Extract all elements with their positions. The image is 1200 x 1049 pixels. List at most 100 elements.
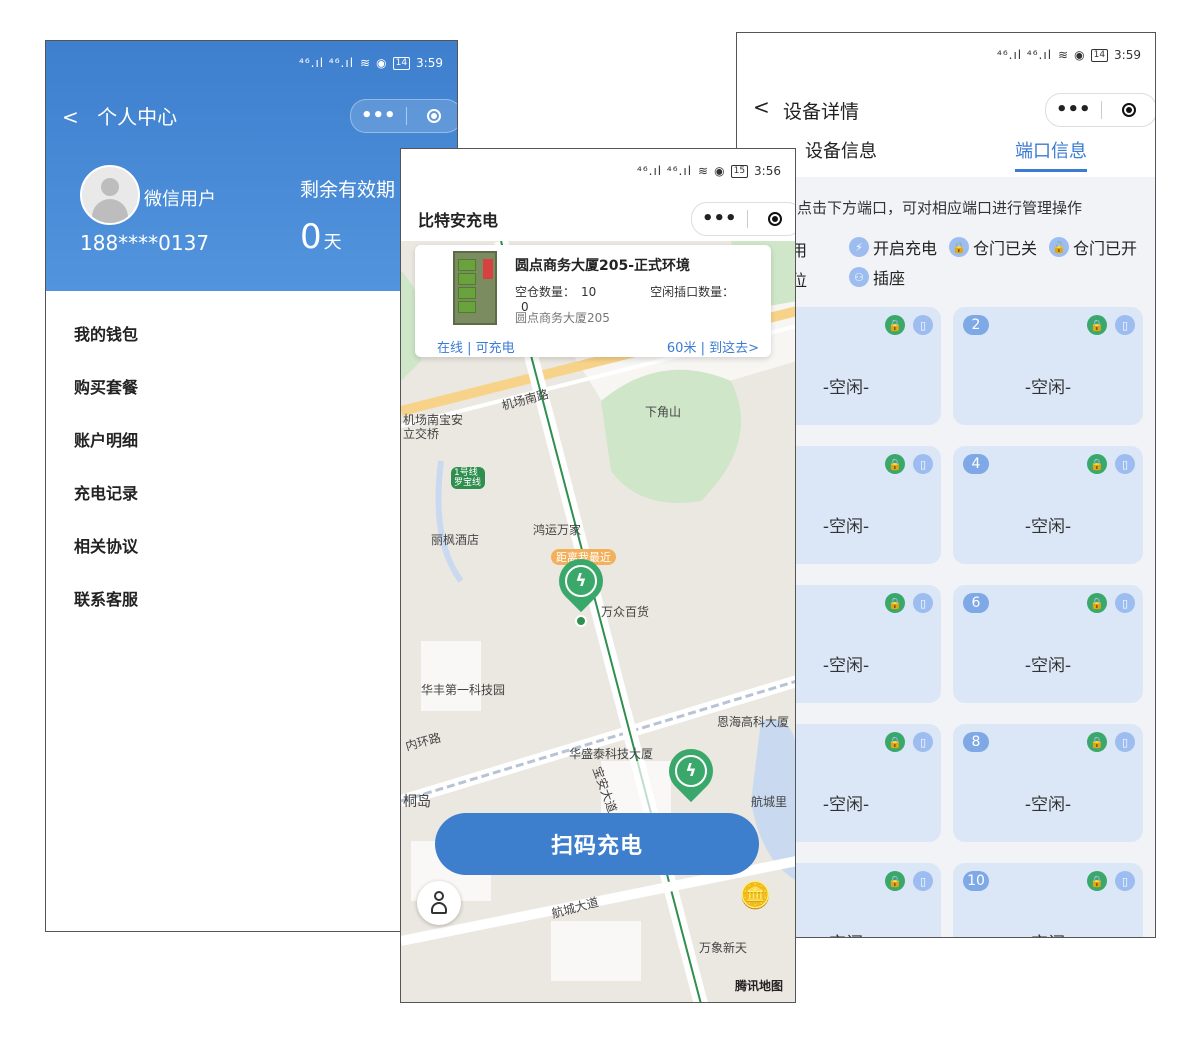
legend-label: 开启充电	[873, 239, 938, 258]
lock-icon: 🔒	[1087, 315, 1107, 335]
legend-label: 仓门已开	[1073, 239, 1138, 258]
clock-time: 3:59	[416, 56, 443, 70]
eye-icon: ◉	[1074, 48, 1085, 62]
empty-bins-stat: 空仓数量： 10	[515, 285, 597, 299]
port-number: 2	[963, 315, 989, 335]
gold-ingot-icon: 🪙	[739, 881, 772, 911]
miniapp-capsule: •••	[1045, 93, 1156, 127]
socket-icon: ▯	[913, 871, 933, 891]
port-number: 4	[963, 454, 989, 474]
navigate-link[interactable]: 60米 | 到这去>	[667, 337, 759, 356]
back-icon[interactable]: <	[62, 105, 79, 129]
avatar[interactable]	[80, 165, 140, 225]
map-label-place: 下角山	[645, 405, 682, 419]
tab-device-info[interactable]: 设备信息	[805, 137, 877, 163]
signal-icon: ⁴⁶.ıl ⁴⁶.ıl	[997, 48, 1053, 62]
map-label-place: 华丰第一科技园	[421, 683, 506, 697]
socket-icon: ▯	[1115, 871, 1135, 891]
charging-map-screen: ⁴⁶.ıl ⁴⁶.ıl ≋ ◉ 15 3:56 比特安充电 ••• 机场南路 下…	[400, 148, 796, 1003]
validity-value: 0天	[300, 217, 342, 257]
metro-line-badge: 1号线罗宝线	[451, 467, 485, 489]
lock-icon: 🔒	[1087, 732, 1107, 752]
close-miniapp-icon[interactable]	[407, 109, 458, 123]
menu-item-charge-records[interactable]: 充电记录	[74, 480, 138, 533]
station-name: 圆点商务大厦205-正式环境	[515, 258, 691, 274]
port-card[interactable]: 4 🔒 ▯ -空闲-	[953, 446, 1143, 564]
lock-icon: 🔒	[1087, 593, 1107, 613]
user-name: 微信用户	[144, 189, 216, 210]
port-card[interactable]: 2 🔒 ▯ -空闲-	[953, 307, 1143, 425]
signal-icon: ⁴⁶.ıl ⁴⁶.ıl	[299, 56, 355, 70]
port-state: -空闲-	[1024, 656, 1072, 676]
port-card[interactable]: 10 🔒 ▯ -空闲-	[953, 863, 1143, 937]
clock-time: 3:56	[754, 164, 781, 178]
back-icon[interactable]: <	[753, 95, 770, 119]
port-number: 10	[963, 871, 989, 891]
lock-icon: 🔒	[885, 593, 905, 613]
station-status: 在线 | 可充电	[437, 341, 515, 356]
wifi-icon: ≋	[360, 56, 371, 70]
more-icon[interactable]: •••	[1046, 95, 1101, 125]
port-state: -空闲-	[1024, 378, 1072, 398]
battery-icon: 14	[1090, 48, 1109, 62]
menu-item-customer-service[interactable]: 联系客服	[74, 586, 138, 639]
tab-bar: 设备信息 端口信息	[737, 125, 1155, 177]
location-icon: ◉	[714, 164, 725, 178]
miniapp-capsule: •••	[691, 202, 796, 236]
personal-center-button[interactable]	[417, 881, 461, 925]
socket-icon: ▯	[1115, 315, 1135, 335]
validity-label: 剩余有效期	[300, 179, 396, 201]
close-miniapp-icon[interactable]	[748, 212, 796, 226]
menu-item-buy-package[interactable]: 购买套餐	[74, 374, 138, 427]
lock-icon: 🔒	[1087, 454, 1107, 474]
battery-icon: 14	[392, 56, 411, 70]
map-label-place: 万象新天	[699, 941, 748, 955]
socket-icon: ▯	[913, 732, 933, 752]
map-label-place: 恩海高科大厦	[717, 715, 790, 729]
eye-icon: ◉	[376, 56, 387, 70]
status-bar: ⁴⁶.ıl ⁴⁶.ıl ≋ ◉ 14 3:59	[737, 33, 1155, 77]
socket-icon: ▯	[1115, 732, 1135, 752]
lock-icon: 🔒	[885, 315, 905, 335]
miniapp-capsule: •••	[350, 99, 458, 133]
more-icon[interactable]: •••	[692, 204, 747, 234]
port-card[interactable]: 8 🔒 ▯ -空闲-	[953, 724, 1143, 842]
menu-item-wallet[interactable]: 我的钱包	[74, 321, 138, 374]
more-icon[interactable]: •••	[351, 101, 406, 131]
menu-list: 我的钱包 购买套餐 账户明细 充电记录 相关协议 联系客服	[74, 321, 138, 639]
status-bar: ⁴⁶.ıl ⁴⁶.ıl ≋ ◉ 14 3:59	[46, 41, 457, 85]
personal-center-screen: ⁴⁶.ıl ⁴⁶.ıl ≋ ◉ 14 3:59 < 个人中心 ••• 微信用户 …	[45, 40, 458, 932]
map-label-place: 桐岛	[403, 794, 431, 810]
socket-icon: ▯	[1115, 454, 1135, 474]
lightning-icon: ⚡	[849, 237, 869, 257]
map-label-place: 华盛泰科技大厦	[569, 747, 654, 761]
socket-icon: ▯	[1115, 593, 1135, 613]
active-tab-indicator	[1015, 169, 1087, 172]
menu-item-account-details[interactable]: 账户明细	[74, 427, 138, 480]
port-panel: 点击下方端口，可对相应端口进行管理操作 用 位 ⚡ 开启充电 🔒 仓门已关 🔓 …	[737, 177, 1155, 937]
map-label-place: 万众百货	[601, 605, 650, 619]
socket-icon: ▯	[913, 454, 933, 474]
legend-label: 仓门已关	[973, 239, 1038, 258]
port-state: -空闲-	[1024, 795, 1072, 815]
map-label-place: 丽枫酒店	[431, 533, 480, 547]
scan-to-charge-button[interactable]: 扫码充电	[435, 813, 759, 875]
port-card[interactable]: 6 🔒 ▯ -空闲-	[953, 585, 1143, 703]
station-card[interactable]: 圆点商务大厦205-正式环境 空仓数量： 10 空闲插口数量：0 圆点商务大厦20…	[415, 245, 771, 357]
port-state: -空闲-	[953, 929, 1143, 937]
legend-start-charge: ⚡ 开启充电	[849, 235, 937, 259]
menu-item-agreements[interactable]: 相关协议	[74, 533, 138, 586]
close-miniapp-icon[interactable]	[1102, 103, 1156, 117]
tab-port-info[interactable]: 端口信息	[1015, 137, 1087, 163]
socket-icon: ▯	[913, 593, 933, 613]
user-phone: 188****0137	[80, 231, 210, 255]
legend-door-open: 🔓 仓门已开	[1049, 235, 1137, 259]
page-title: 个人中心	[97, 105, 178, 129]
status-bar: ⁴⁶.ıl ⁴⁶.ıl ≋ ◉ 15 3:56	[401, 149, 795, 193]
port-number: 8	[963, 732, 989, 752]
lock-icon: 🔒	[1087, 871, 1107, 891]
lock-closed-icon: 🔒	[949, 237, 969, 257]
port-state: -空闲-	[1024, 517, 1072, 537]
lock-open-icon: 🔓	[1049, 237, 1069, 257]
validity-unit: 天	[323, 232, 342, 253]
